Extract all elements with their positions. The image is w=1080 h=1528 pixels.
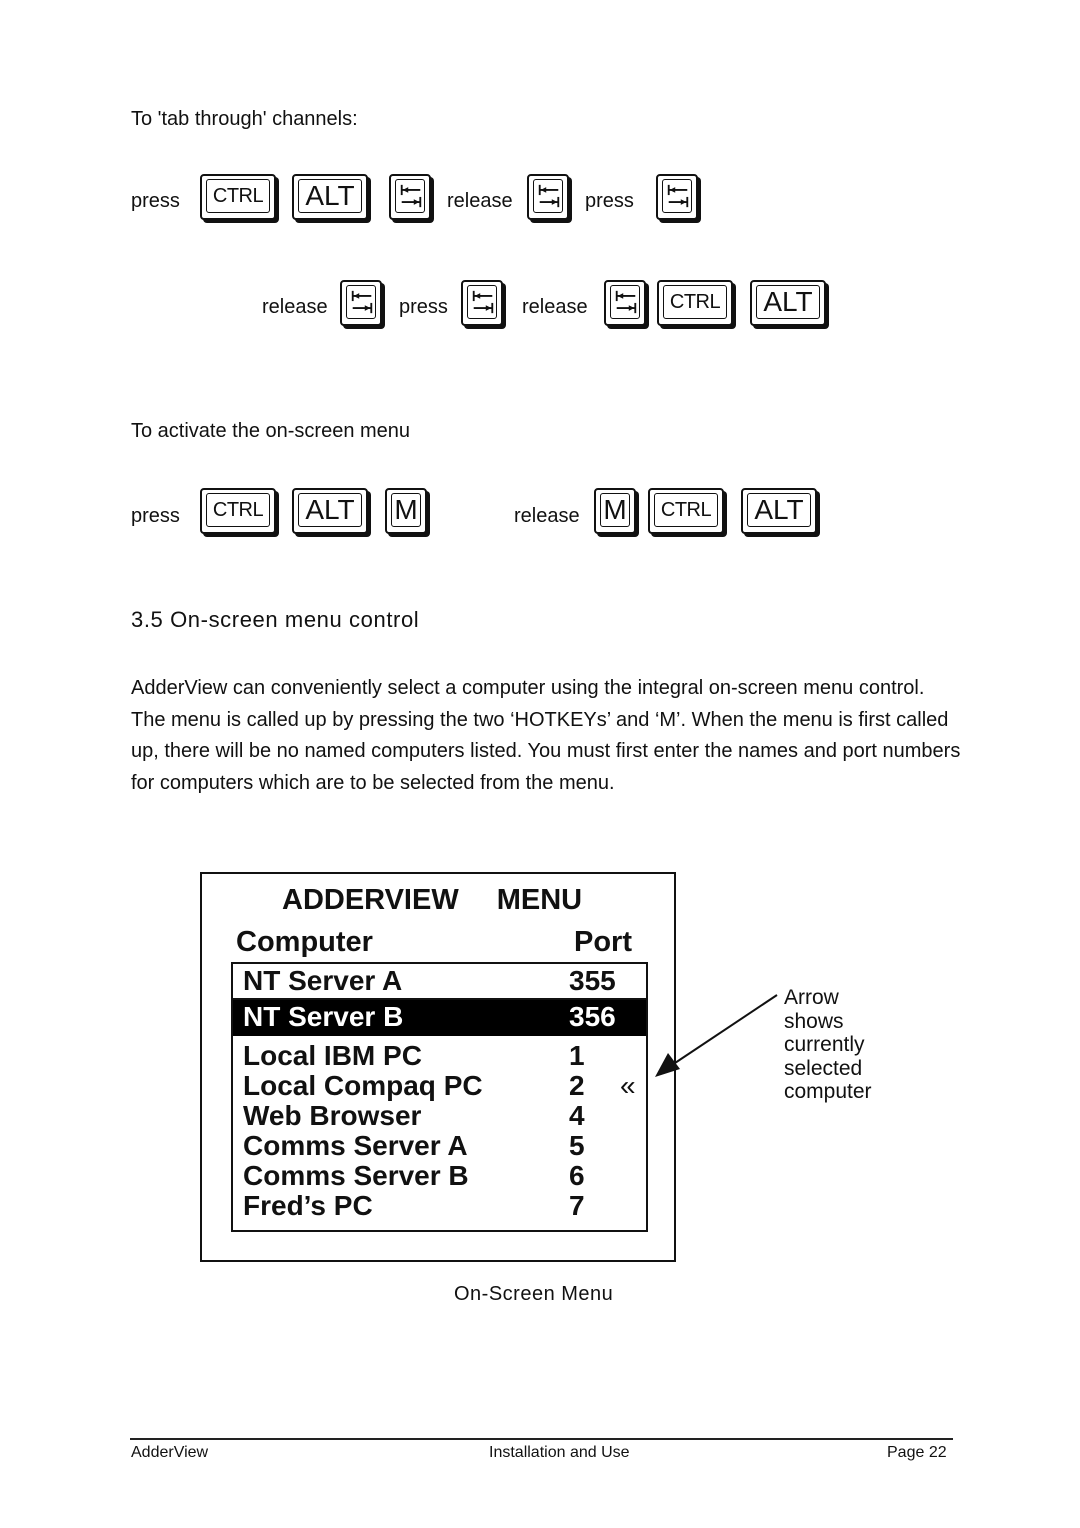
release-label: release xyxy=(514,505,580,527)
tab-arrows-icon xyxy=(615,290,637,314)
tab-key-icon xyxy=(389,174,431,220)
tab-arrows-icon xyxy=(667,184,689,208)
menu-row[interactable]: Comms Server B 6 xyxy=(233,1159,646,1193)
column-header-port: Port xyxy=(574,926,632,958)
ctrl-key: CTRL xyxy=(200,174,276,220)
menu-row[interactable]: NT Server A 355 xyxy=(233,964,646,1000)
tab-arrows-icon xyxy=(538,184,560,208)
menu-row-computer-name: Fred’s PC xyxy=(243,1190,373,1221)
release-label: release xyxy=(447,190,513,212)
menu-row-computer-name: Comms Server A xyxy=(243,1130,468,1161)
ctrl-key: CTRL xyxy=(200,488,276,534)
release-label: release xyxy=(522,296,588,318)
ctrl-key-label: CTRL xyxy=(663,285,727,319)
callout-arrow-icon xyxy=(655,994,778,1077)
menu-row-computer-name: Local Compaq PC xyxy=(243,1070,483,1101)
menu-row-computer-name: Local IBM PC xyxy=(243,1040,422,1071)
section-paragraph: AdderView can conveniently select a comp… xyxy=(131,677,961,794)
on-screen-menu-figure: ADDERVIEW MENU Computer Port NT Server A 3… xyxy=(200,872,676,1262)
press-label: press xyxy=(131,505,180,527)
alt-key: ALT xyxy=(741,488,817,534)
menu-row[interactable]: NT Server B 356 xyxy=(233,1000,646,1036)
arrow-shaft xyxy=(671,994,778,1066)
alt-key: ALT xyxy=(750,280,826,326)
m-key: M xyxy=(385,488,427,534)
menu-row[interactable]: Fred’s PC 7 xyxy=(233,1189,646,1223)
ctrl-key-label: CTRL xyxy=(206,179,270,213)
menu-title: ADDERVIEW MENU xyxy=(282,884,582,917)
current-selection-marker-icon: « xyxy=(620,1070,636,1101)
tab-key-icon xyxy=(527,174,569,220)
alt-key-label: ALT xyxy=(298,493,362,527)
menu-row-port: 355 xyxy=(569,965,616,996)
footer-center: Installation and Use xyxy=(489,1444,630,1461)
m-key-label: M xyxy=(600,493,630,527)
section-heading: 3.5 On-screen menu control xyxy=(131,607,420,632)
menu-row[interactable]: Local IBM PC 1 xyxy=(233,1039,646,1073)
alt-key: ALT xyxy=(292,174,368,220)
menu-row-computer-name: NT Server A xyxy=(243,965,403,996)
tab-key-icon xyxy=(656,174,698,220)
tab-key-icon xyxy=(340,280,382,326)
tab-arrows-icon xyxy=(351,290,373,314)
menu-row-port: 4 xyxy=(569,1100,585,1131)
callout-text: Arrow shows currently selected computer xyxy=(784,986,872,1104)
menu-row-computer-name: Comms Server B xyxy=(243,1160,469,1191)
footer-right: Page 22 xyxy=(887,1444,947,1461)
activate-menu-intro: To activate the on-screen menu xyxy=(131,420,411,442)
menu-row[interactable]: Comms Server A 5 xyxy=(233,1129,646,1163)
footer-left: AdderView xyxy=(131,1444,209,1461)
callout-line: shows xyxy=(784,1009,844,1033)
column-header-computer: Computer xyxy=(236,926,373,958)
alt-key-label: ALT xyxy=(298,179,362,213)
menu-title-right: MENU xyxy=(496,884,583,916)
menu-row-port: 356 xyxy=(569,1001,616,1032)
arrow-head xyxy=(655,1053,680,1077)
press-label: press xyxy=(399,296,448,318)
menu-row-port: 2 xyxy=(569,1070,585,1101)
tab-key-icon xyxy=(461,280,503,326)
tab-arrows-icon xyxy=(400,184,422,208)
m-key: M xyxy=(594,488,636,534)
menu-row-port: 6 xyxy=(569,1160,585,1191)
menu-row-port: 1 xyxy=(569,1040,585,1071)
alt-key: ALT xyxy=(292,488,368,534)
menu-row-port: 7 xyxy=(569,1190,585,1221)
menu-row-computer-name: NT Server B xyxy=(243,1001,404,1032)
press-label: press xyxy=(131,190,180,212)
tab-through-intro: To 'tab through' channels: xyxy=(131,108,358,130)
figure-caption: On-Screen Menu xyxy=(454,1283,614,1305)
press-label: press xyxy=(585,190,634,212)
ctrl-key-label: CTRL xyxy=(206,493,270,527)
callout-line: computer xyxy=(784,1080,872,1103)
alt-key-label: ALT xyxy=(756,285,820,319)
alt-key-label: ALT xyxy=(747,493,811,527)
ctrl-key-label: CTRL xyxy=(654,493,718,527)
callout-line: currently xyxy=(784,1033,865,1056)
computer-list: NT Server A 355 NT Server B 356 Local IBM PC… xyxy=(231,962,648,1232)
callout-line: Arrow xyxy=(784,986,839,1009)
menu-title-left: ADDERVIEW xyxy=(282,884,459,916)
m-key-label: M xyxy=(391,493,421,527)
menu-row-port: 5 xyxy=(569,1130,585,1161)
menu-row[interactable]: Local Compaq PC 2 « xyxy=(233,1069,646,1103)
tab-arrows-icon xyxy=(472,290,494,314)
menu-row-computer-name: Web Browser xyxy=(243,1100,422,1131)
release-label: release xyxy=(262,296,328,318)
tab-key-icon xyxy=(604,280,646,326)
callout-line: selected xyxy=(784,1056,863,1080)
menu-row[interactable]: Web Browser 4 xyxy=(233,1099,646,1133)
footer-divider xyxy=(130,1438,953,1440)
ctrl-key: CTRL xyxy=(657,280,733,326)
ctrl-key: CTRL xyxy=(648,488,724,534)
